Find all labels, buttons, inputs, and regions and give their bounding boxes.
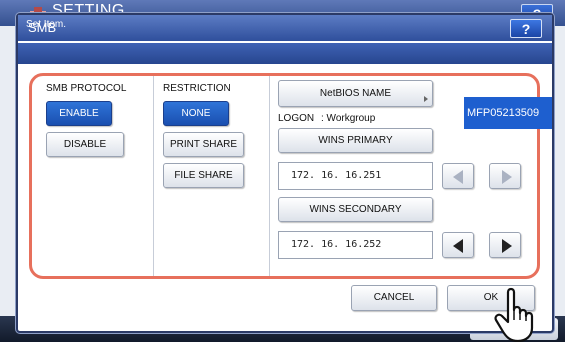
wins-primary-right-button[interactable] [489,163,521,189]
wins-secondary-left-button[interactable] [442,232,474,258]
smb-protocol-label: SMB PROTOCOL [46,83,127,94]
none-button[interactable]: NONE [163,101,229,126]
left-arrow-icon [453,239,463,253]
wins-primary-button[interactable]: WINS PRIMARY [278,128,433,153]
left-arrow-icon [453,170,463,184]
wins-secondary-right-button[interactable] [489,232,521,258]
netbios-name-button[interactable]: NetBIOS NAME [278,80,433,107]
column-divider [153,76,154,276]
logon-label: LOGON [278,113,315,124]
netbios-name-value: MFP05213509 [464,97,552,129]
hand-pointer-icon [494,287,534,342]
logon-value: : Workgroup [321,113,376,124]
smb-dialog: SMB ? Set Item. SMB PROTOCOL ENABLE DISA… [16,13,554,333]
disable-button[interactable]: DISABLE [46,132,124,157]
dialog-subtitle-bar [18,43,552,64]
print-share-button[interactable]: PRINT SHARE [163,132,244,157]
dialog-help-button[interactable]: ? [510,19,542,38]
restriction-label: RESTRICTION [163,83,231,94]
right-arrow-icon [502,239,512,253]
netbios-arrow-icon [424,96,428,102]
column-divider [269,76,270,276]
file-share-button[interactable]: FILE SHARE [163,163,244,188]
wins-secondary-field[interactable]: 172. 16. 16.252 [278,231,433,259]
dialog-subtitle: Set Item. [26,19,67,30]
netbios-name-label: NetBIOS NAME [319,88,392,99]
wins-secondary-button[interactable]: WINS SECONDARY [278,197,433,222]
enable-button[interactable]: ENABLE [46,101,112,126]
wins-primary-left-button[interactable] [442,163,474,189]
cancel-button[interactable]: CANCEL [351,285,437,311]
right-arrow-icon [502,170,512,184]
wins-primary-field[interactable]: 172. 16. 16.251 [278,162,433,190]
dialog-title-bar [18,15,552,41]
